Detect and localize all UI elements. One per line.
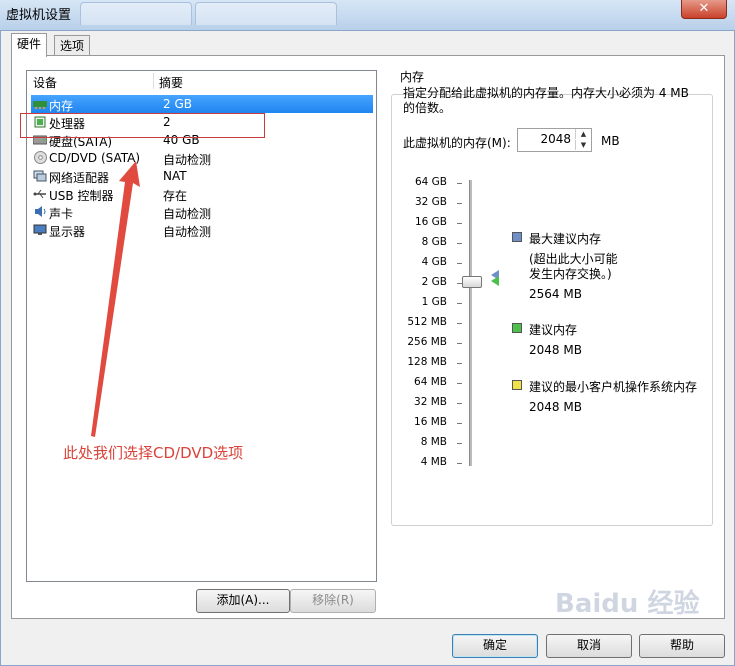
annotation-text: 此处我们选择CD/DVD选项 — [63, 444, 244, 462]
annotation-arrow — [91, 161, 140, 437]
tab-label: 硬件 — [17, 37, 42, 51]
tab-hardware[interactable]: 硬件 — [11, 33, 48, 57]
watermark: Baidu 经验 — [555, 589, 700, 619]
